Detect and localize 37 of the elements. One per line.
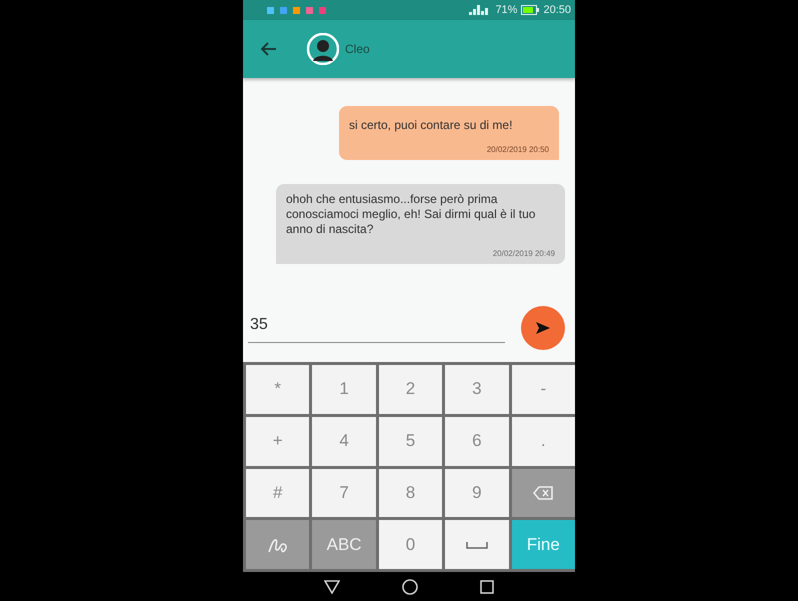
message-text: si certo, puoi contare su di me! <box>349 117 514 133</box>
message-time: 20/02/2019 20:50 <box>486 145 549 154</box>
contact-name[interactable]: Cleo <box>345 42 370 56</box>
back-nav-icon[interactable] <box>324 580 340 594</box>
space-icon <box>466 540 488 549</box>
send-button[interactable] <box>521 306 565 350</box>
message-time: 20/02/2019 20:49 <box>492 249 555 258</box>
keyboard-key[interactable]: . <box>512 416 575 466</box>
keyboard-key[interactable]: Fine <box>512 520 575 569</box>
send-icon <box>536 322 550 334</box>
keyboard-key[interactable]: 4 <box>312 416 376 466</box>
backspace-key[interactable] <box>512 468 575 518</box>
keyboard-key[interactable]: ABC <box>312 520 376 569</box>
back-icon[interactable] <box>261 42 277 56</box>
keyboard-key[interactable]: * <box>246 365 310 414</box>
avatar-icon[interactable] <box>307 33 339 65</box>
keyboard-key[interactable]: 2 <box>378 365 442 414</box>
keyboard-key[interactable]: 1 <box>312 365 376 414</box>
battery-percent: 71% <box>495 4 518 16</box>
handwriting-icon <box>268 536 288 553</box>
message-text: ohoh che entusiasmo...forse però prima conosciamoci meglio, eh! Sai dirmi qual è il tuo anno di nascita? <box>286 192 536 237</box>
keyboard-key[interactable]: 5 <box>378 416 442 466</box>
status-time: 20:50 <box>543 4 571 16</box>
keyboard-key[interactable]: 8 <box>378 468 442 518</box>
recents-icon[interactable] <box>480 580 494 594</box>
battery-icon <box>521 5 540 15</box>
keyboard-key[interactable]: 6 <box>445 416 509 466</box>
keyboard-key[interactable]: 9 <box>445 468 509 518</box>
keyboard-key[interactable]: # <box>246 468 310 518</box>
keyboard-key[interactable]: 7 <box>312 468 376 518</box>
keyboard-key[interactable]: 0 <box>378 520 442 569</box>
message-input[interactable]: 35 <box>248 314 505 342</box>
keyboard-key[interactable]: + <box>246 416 310 466</box>
keyboard-key[interactable]: 3 <box>445 365 509 414</box>
home-icon[interactable] <box>402 578 418 594</box>
backspace-icon <box>533 486 554 500</box>
keyboard-key[interactable]: - <box>512 365 575 414</box>
